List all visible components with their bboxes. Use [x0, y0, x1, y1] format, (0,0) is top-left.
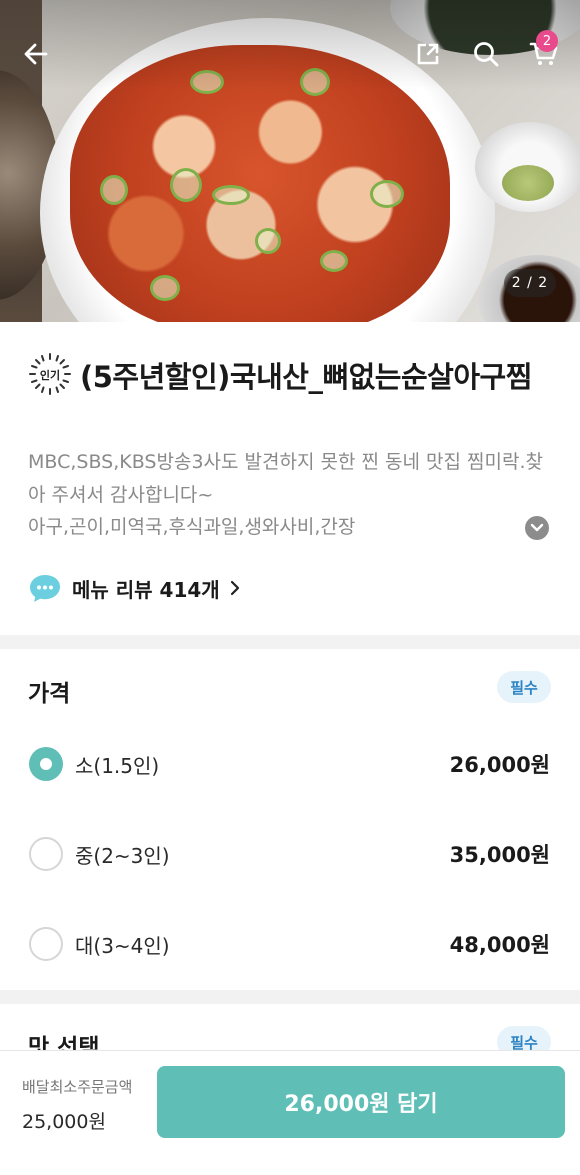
image-page-indicator: 2 / 2	[504, 269, 556, 297]
bottom-order-bar: 배달최소주문금액 25,000원 26,000원 담기	[0, 1050, 580, 1175]
cart-count-badge: 2	[536, 30, 558, 52]
share-button[interactable]	[408, 34, 448, 74]
product-title: (5주년할인)국내산_뼈없는순살아구찜	[80, 360, 532, 394]
arrow-left-icon	[24, 43, 48, 65]
price-section-title: 가격	[28, 681, 71, 707]
image-garnish	[212, 185, 250, 205]
expand-description-button[interactable]	[525, 516, 549, 540]
menu-review-link[interactable]: 메뉴 리뷰 414개	[28, 570, 240, 606]
radio-button[interactable]	[29, 837, 63, 871]
search-button[interactable]	[466, 34, 506, 74]
image-garnish	[370, 180, 404, 208]
option-label: 중(2~3인)	[75, 844, 170, 868]
share-icon	[417, 43, 439, 65]
required-badge: 필수	[497, 671, 551, 703]
add-to-cart-button[interactable]: 26,000원 담기	[157, 1066, 565, 1138]
option-price: 48,000원	[449, 933, 550, 957]
back-button[interactable]	[16, 34, 56, 74]
product-ingredients: 아구,곤이,미역국,후식과일,생와사비,간장	[28, 516, 356, 538]
chevron-right-icon	[230, 580, 239, 596]
min-order-value: 25,000원	[22, 1111, 106, 1133]
option-label: 소(1.5인)	[75, 754, 160, 778]
price-option-large[interactable]: 대(3~4인) 48,000원	[0, 915, 580, 975]
image-garnish	[320, 250, 348, 272]
product-description: MBC,SBS,KBS방송3사도 발견하지 못한 찐 동네 맛집 찜미락.찾아 …	[28, 451, 543, 506]
price-option-small[interactable]: 소(1.5인) 26,000원	[0, 735, 580, 795]
radio-button[interactable]	[29, 747, 63, 781]
image-garnish	[100, 175, 128, 205]
image-garnish	[255, 228, 281, 254]
price-option-medium[interactable]: 중(2~3인) 35,000원	[0, 825, 580, 885]
option-price: 26,000원	[449, 753, 550, 777]
image-wasabi	[502, 165, 554, 201]
search-icon	[474, 42, 499, 67]
min-order-label: 배달최소주문금액	[22, 1078, 133, 1096]
section-divider	[0, 635, 580, 649]
section-divider	[0, 990, 580, 1004]
option-label: 대(3~4인)	[75, 934, 170, 958]
product-info: 인기 (5주년할인)국내산_뼈없는순살아구찜 MBC,SBS,KBS방송3사도 …	[0, 322, 580, 635]
image-garnish	[150, 275, 180, 301]
chevron-down-icon	[530, 523, 544, 532]
radio-button[interactable]	[29, 927, 63, 961]
speech-bubble-icon	[30, 575, 60, 602]
image-garnish	[170, 168, 202, 202]
review-count-label: 메뉴 리뷰 414개	[72, 577, 220, 602]
option-price: 35,000원	[449, 843, 550, 867]
